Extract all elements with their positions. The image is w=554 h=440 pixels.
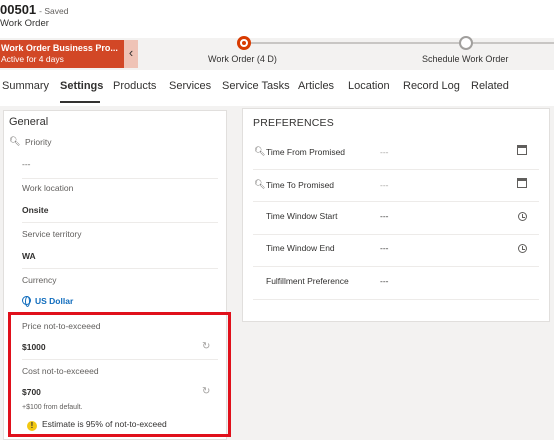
time-to-promised-value[interactable]: ---: [380, 180, 389, 190]
price-nte-value[interactable]: $1000: [22, 342, 46, 352]
preferences-section-title: PREFERENCES: [253, 117, 334, 129]
priority-value[interactable]: ---: [22, 159, 31, 169]
bpf-active-process[interactable]: Work Order Business Pro... Active for 4 …: [0, 40, 124, 68]
form-tab-bar: Summary Settings Products Services Servi…: [0, 70, 554, 106]
cost-nte-note: +$100 from default.: [22, 404, 83, 411]
reset-icon[interactable]: ↻: [202, 387, 212, 397]
fulfillment-preference-label: Fulfillment Preference: [266, 276, 349, 286]
field-divider: [253, 169, 539, 170]
tab-articles[interactable]: Articles: [298, 80, 334, 92]
bpf-active-duration: Active for 4 days: [1, 54, 64, 64]
bpf-stage-work-order[interactable]: Work Order (4 D): [208, 54, 277, 64]
calendar-icon[interactable]: [517, 178, 527, 188]
price-nte-label: Price not-to-exceeed: [22, 321, 101, 331]
work-location-label: Work location: [22, 183, 74, 193]
nte-warning-text: Estimate is 95% of not-to-exceed: [42, 419, 167, 429]
field-divider: [22, 222, 218, 223]
field-divider: [22, 268, 218, 269]
tab-settings[interactable]: Settings: [60, 80, 103, 92]
fulfillment-preference-value[interactable]: ---: [380, 276, 389, 286]
time-window-end-value[interactable]: ---: [380, 243, 389, 253]
tab-summary[interactable]: Summary: [2, 80, 49, 92]
currency-value[interactable]: US Dollar: [35, 296, 73, 306]
time-window-start-value[interactable]: ---: [380, 211, 389, 221]
cost-nte-label: Cost not-to-exceeed: [22, 366, 99, 376]
currency-label: Currency: [22, 275, 57, 285]
lock-icon: 🔍︎: [254, 146, 266, 156]
general-section-title: General: [9, 116, 49, 128]
priority-label: Priority: [25, 137, 52, 147]
time-window-start-label: Time Window Start: [266, 211, 338, 221]
field-divider: [253, 299, 539, 300]
service-territory-value[interactable]: WA: [22, 251, 36, 261]
tab-service-tasks[interactable]: Service Tasks: [222, 80, 290, 92]
bpf-stage-active-icon[interactable]: [237, 36, 251, 50]
bpf-stage-line: [244, 42, 554, 44]
reset-icon[interactable]: ↻: [202, 342, 212, 352]
time-from-promised-label: Time From Promised: [266, 147, 346, 157]
clock-icon[interactable]: [518, 212, 527, 221]
tab-services[interactable]: Services: [169, 80, 211, 92]
save-status: - Saved: [39, 6, 69, 16]
warning-icon: !: [27, 421, 37, 431]
field-divider: [22, 178, 218, 179]
field-divider: [253, 266, 539, 267]
lock-icon: 🔍︎: [9, 136, 21, 146]
bpf-process-name: Work Order Business Pro...: [1, 43, 118, 53]
field-divider: [253, 201, 539, 202]
tab-record-log[interactable]: Record Log: [403, 80, 460, 92]
nte-warning: ! Estimate is 95% of not-to-exceed: [27, 419, 167, 431]
currency-lookup[interactable]: US Dollar: [22, 296, 73, 307]
field-divider: [253, 234, 539, 235]
bpf-stage-schedule[interactable]: Schedule Work Order: [422, 54, 508, 64]
clock-icon[interactable]: [518, 244, 527, 253]
selected-tab-indicator: [60, 101, 100, 103]
record-id: 00501: [0, 2, 37, 17]
bpf-stage-next-icon[interactable]: [459, 36, 473, 50]
bpf-collapse-button[interactable]: ‹: [124, 40, 138, 68]
tab-related[interactable]: Related: [471, 80, 509, 92]
tab-products[interactable]: Products: [113, 80, 156, 92]
field-divider: [22, 359, 218, 360]
business-process-flow: Work Order Business Pro... Active for 4 …: [0, 36, 554, 70]
cost-nte-value[interactable]: $700: [22, 387, 41, 397]
time-from-promised-value[interactable]: ---: [380, 147, 389, 157]
currency-icon: [22, 296, 31, 307]
work-location-value[interactable]: Onsite: [22, 205, 48, 215]
record-header: 00501- Saved Work Order: [0, 0, 554, 38]
service-territory-label: Service territory: [22, 229, 82, 239]
record-title: 00501- Saved: [0, 2, 68, 17]
calendar-icon[interactable]: [517, 145, 527, 155]
tab-location[interactable]: Location: [348, 80, 390, 92]
record-entity-type: Work Order: [0, 18, 49, 29]
lock-icon: 🔍︎: [254, 179, 266, 189]
time-window-end-label: Time Window End: [266, 243, 335, 253]
time-to-promised-label: Time To Promised: [266, 180, 335, 190]
